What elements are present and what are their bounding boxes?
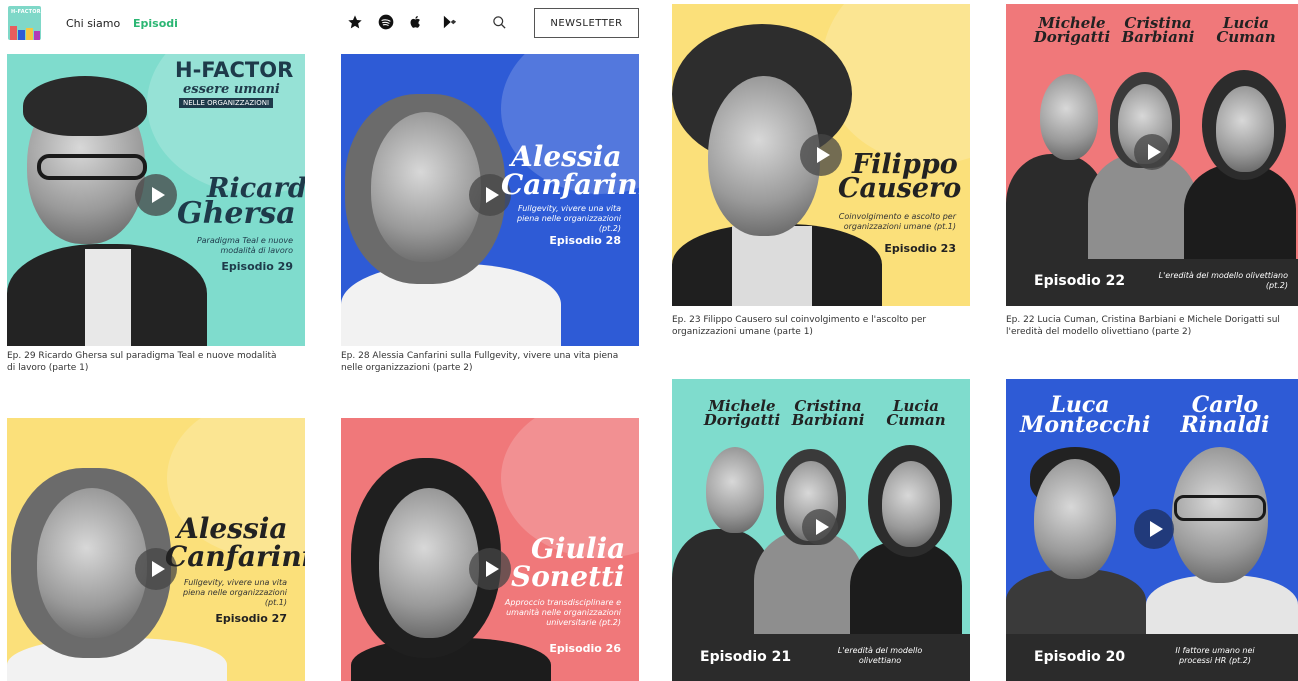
episode-caption[interactable]: Ep. 22 Lucia Cuman, Cristina Barbiani e …: [1006, 314, 1296, 338]
brand-subtitle: essere umani: [183, 82, 280, 97]
episode-cover: Alessia Canfarini Fullgevity, vivere una…: [341, 54, 639, 346]
episode-card[interactable]: Michele Dorigatti Cristina Barbiani Luci…: [672, 379, 970, 681]
episode-subtitle: Approccio transdisciplinare e umanità ne…: [504, 598, 621, 627]
episode-number: Episodio 29: [221, 260, 293, 273]
episode-number: Episodio 28: [549, 234, 621, 247]
episode-cover: Michele Dorigatti Cristina Barbiani Luci…: [672, 379, 970, 681]
play-button[interactable]: [1134, 509, 1174, 549]
episode-subtitle: Fullgevity, vivere una vita piena nelle …: [182, 578, 287, 607]
play-button[interactable]: [800, 134, 842, 176]
spotify-icon[interactable]: [377, 13, 395, 31]
guest-name: Luca Montecchi: [1020, 392, 1151, 438]
episode-card[interactable]: Alessia Canfarini Fullgevity, vivere una…: [7, 418, 305, 681]
episode-band: Episodio 21 L'eredità del modello olivet…: [672, 634, 970, 681]
episode-number: Episodio 26: [549, 642, 621, 655]
site-header: H-FACTOR Chi siamo Episodi NEWSLETTER: [0, 0, 650, 50]
logo-text: H-FACTOR: [11, 9, 41, 15]
episode-card[interactable]: H-FACTOR essere umani NELLE ORGANIZZAZIO…: [7, 54, 305, 384]
portrait-glasses: [1174, 495, 1266, 521]
episode-number: Episodio 22: [1034, 273, 1126, 289]
guest-name-last: Causero: [838, 173, 962, 204]
logo-bar: [34, 31, 40, 40]
star-icon[interactable]: [346, 13, 364, 31]
portrait-hair: [23, 76, 147, 136]
guest-name-first: Alessia: [177, 512, 288, 545]
nav-chi-siamo[interactable]: Chi siamo: [66, 17, 120, 30]
brand-tag: NELLE ORGANIZZAZIONI: [179, 98, 274, 108]
portrait-body: [754, 531, 864, 641]
episode-card[interactable]: Michele Dorigatti Cristina Barbiani Luci…: [1006, 4, 1298, 344]
portrait-glasses: [37, 154, 147, 180]
episode-cover: Luca Montecchi Carlo Rinaldi Episodio 20…: [1006, 379, 1298, 681]
episode-number: Episodio 27: [215, 612, 287, 625]
episode-number: Episodio 23: [884, 242, 956, 255]
brand-title: H-FACTOR: [175, 58, 294, 82]
search-icon[interactable]: [490, 13, 508, 31]
portrait-head: [1216, 86, 1274, 172]
episode-caption[interactable]: Ep. 28 Alessia Canfarini sulla Fullgevit…: [341, 350, 631, 374]
episode-card[interactable]: Alessia Canfarini Fullgevity, vivere una…: [341, 54, 639, 384]
google-play-icon[interactable]: [440, 13, 458, 31]
portrait-head: [882, 461, 940, 547]
site-logo[interactable]: H-FACTOR: [8, 6, 41, 40]
guest-name: Carlo Rinaldi: [1180, 392, 1270, 438]
portrait-head: [37, 488, 147, 638]
play-button[interactable]: [802, 509, 838, 545]
newsletter-button[interactable]: NEWSLETTER: [534, 8, 639, 38]
play-button[interactable]: [1134, 134, 1170, 170]
episode-card[interactable]: Filippo Causero Coinvolgimento e ascolto…: [672, 4, 970, 344]
guest-name: Lucia Cuman: [1216, 14, 1276, 46]
guest-name-last: Ghersa: [177, 196, 296, 231]
portrait-shirt: [732, 226, 812, 306]
portrait-body: [1006, 569, 1146, 639]
play-button[interactable]: [469, 548, 511, 590]
portrait-head: [1034, 459, 1116, 579]
guest-name-first: Alessia: [511, 140, 622, 173]
portrait-body: [1146, 575, 1298, 641]
logo-bar: [18, 30, 25, 40]
episode-band: Episodio 22 L'eredità del modello olivet…: [1006, 259, 1298, 306]
episode-cover: Alessia Canfarini Fullgevity, vivere una…: [7, 418, 305, 681]
episode-caption[interactable]: Ep. 29 Ricardo Ghersa sul paradigma Teal…: [7, 350, 287, 374]
portrait-body: [1088, 154, 1198, 264]
episode-cover: Michele Dorigatti Cristina Barbiani Luci…: [1006, 4, 1298, 306]
logo-bar: [10, 26, 17, 40]
episode-card[interactable]: Luca Montecchi Carlo Rinaldi Episodio 20…: [1006, 379, 1298, 681]
guest-name-last: Canfarini: [501, 168, 639, 201]
guest-name-last: Sonetti: [511, 560, 625, 593]
episode-subtitle: L'eredità del modello olivettiano (pt.2): [1158, 271, 1288, 290]
episode-card[interactable]: Giulia Sonetti Approccio transdisciplina…: [341, 418, 639, 681]
nav-episodi[interactable]: Episodi: [133, 17, 178, 30]
episode-band: Episodio 20 Il fattore umano nei process…: [1006, 634, 1298, 681]
episode-subtitle: Paradigma Teal e nuove modalità di lavor…: [196, 236, 293, 255]
episode-cover: Giulia Sonetti Approccio transdisciplina…: [341, 418, 639, 681]
guest-name: Lucia Cuman: [886, 397, 946, 429]
guest-name: Cristina Barbiani: [1121, 14, 1195, 46]
episode-subtitle: Il fattore umano nei processi HR (pt.2): [1175, 646, 1255, 665]
episode-subtitle: L'eredità del modello olivettiano: [837, 646, 923, 665]
portrait-head: [379, 488, 479, 638]
guest-name: Michele Dorigatti: [1033, 14, 1111, 46]
episode-cover: Filippo Causero Coinvolgimento e ascolto…: [672, 4, 970, 306]
play-button[interactable]: [135, 174, 177, 216]
apple-icon[interactable]: [407, 13, 425, 31]
episode-cover: H-FACTOR essere umani NELLE ORGANIZZAZIO…: [7, 54, 305, 346]
guest-name-last: Canfarini: [165, 540, 305, 573]
portrait-shirt: [85, 249, 131, 346]
episode-number: Episodio 20: [1034, 649, 1126, 665]
portrait-head: [371, 112, 481, 262]
guest-name: Cristina Barbiani: [791, 397, 865, 429]
portrait-head: [706, 447, 764, 533]
episode-subtitle: Fullgevity, vivere una vita piena nelle …: [516, 204, 621, 233]
portrait-head: [1040, 74, 1098, 160]
episode-subtitle: Coinvolgimento e ascolto per organizzazi…: [838, 212, 956, 231]
episode-number: Episodio 21: [700, 649, 792, 665]
episode-caption[interactable]: Ep. 23 Filippo Causero sul coinvolgiment…: [672, 314, 962, 338]
guest-name-first: Giulia: [531, 532, 626, 565]
guest-name: Michele Dorigatti: [703, 397, 781, 429]
logo-bar: [26, 28, 33, 40]
